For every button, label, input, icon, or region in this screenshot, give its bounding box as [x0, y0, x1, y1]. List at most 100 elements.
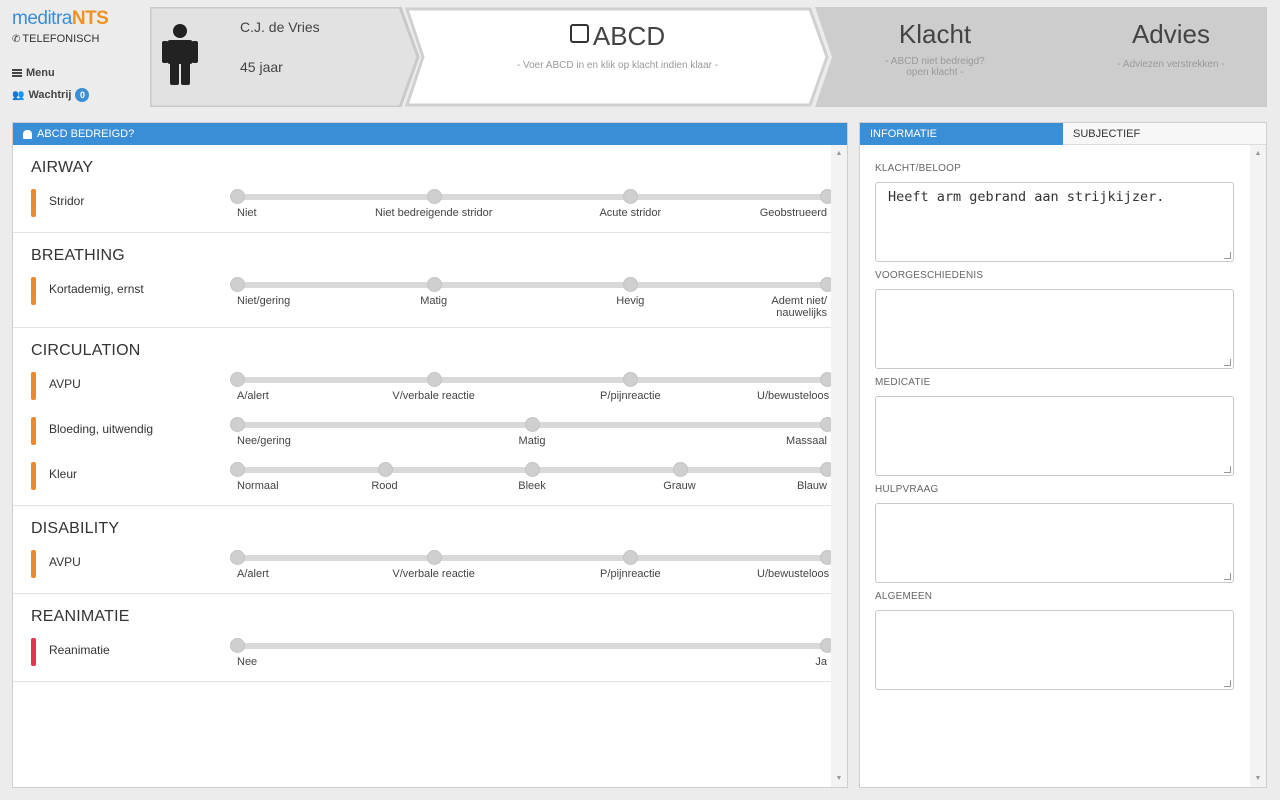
- slider-stop[interactable]: [230, 189, 245, 204]
- slider-stop[interactable]: [230, 462, 245, 477]
- slider-stop[interactable]: [426, 550, 442, 565]
- section-title: AIRWAY: [31, 159, 94, 176]
- slider-track[interactable]: [237, 555, 827, 561]
- phone-icon: ✆: [12, 34, 21, 45]
- severity-slider[interactable]: Nee Ja: [230, 638, 831, 668]
- menu-label: Menu: [26, 67, 55, 79]
- slider-stop[interactable]: [623, 277, 639, 292]
- severity-slider[interactable]: A/alert V/verbale reactie P/pijnreactie U/b…: [230, 550, 831, 580]
- step-patient: C.J. de Vries 45 jaar: [150, 7, 420, 107]
- right-scrollbar[interactable]: ▲ ▼: [1250, 145, 1266, 787]
- step-advies[interactable]: Advies - Adviezen verstrekken -: [1035, 7, 1267, 107]
- step-klacht-title: Klacht: [898, 19, 972, 49]
- field-textarea-hulpvraag[interactable]: [875, 503, 1234, 583]
- slider-row-bloeding-uitwendig: Bloeding, uitwendig Nee/gering Matig Massaa…: [31, 415, 831, 460]
- severity-slider[interactable]: A/alert V/verbale reactie P/pijnreactie U/b…: [230, 372, 831, 402]
- queue-button[interactable]: 👥 Wachtrij 0: [12, 88, 90, 102]
- field-textarea-voorgeschiedenis[interactable]: [875, 289, 1234, 369]
- scroll-up-icon[interactable]: ▲: [1250, 150, 1266, 157]
- scroll-down-icon[interactable]: ▼: [1250, 775, 1266, 782]
- slider-stop[interactable]: [820, 638, 831, 653]
- scroll-up-icon[interactable]: ▲: [831, 150, 847, 157]
- slider-tick-label: V/verbale reactie: [392, 568, 475, 580]
- slider-stop[interactable]: [820, 277, 831, 292]
- slider-stop[interactable]: [820, 189, 831, 204]
- severity-slider[interactable]: Nee/gering Matig Massaal: [230, 417, 831, 447]
- slider-stop[interactable]: [525, 462, 540, 477]
- slider-stop[interactable]: [426, 189, 442, 204]
- slider-stop[interactable]: [525, 417, 540, 432]
- slider-stop[interactable]: [230, 277, 245, 292]
- scroll-down-icon[interactable]: ▼: [831, 775, 847, 782]
- tab-subjectief[interactable]: SUBJECTIEF: [1063, 123, 1266, 145]
- step-abcd[interactable]: ABCD - Voer ABCD in en klik op klacht in…: [405, 7, 830, 107]
- severity-slider[interactable]: Normaal Rood Bleek Grauw Blauw: [230, 462, 831, 492]
- field-textarea-algemeen[interactable]: [875, 610, 1234, 690]
- slider-stop[interactable]: [230, 372, 245, 387]
- slider-tick-label: Nee/gering: [237, 435, 291, 447]
- slider-row-avpu: AVPU A/alert V/verbale reactie P/pijnreacti…: [31, 548, 831, 593]
- slider-stop[interactable]: [377, 462, 393, 477]
- slider-tick-label: V/verbale reactie: [392, 390, 475, 402]
- step-advies-title: Advies: [1131, 19, 1211, 49]
- severity-slider[interactable]: Niet Niet bedreigende stridor Acute strido…: [230, 189, 831, 219]
- slider-tick-label: A/alert: [237, 568, 269, 580]
- left-scrollbar[interactable]: ▲ ▼: [831, 145, 847, 787]
- slider-tick-label: Geobstrueerd: [759, 207, 827, 219]
- hamburger-icon: [12, 69, 22, 77]
- slider-stop[interactable]: [230, 417, 245, 432]
- menu-button[interactable]: Menu: [12, 67, 55, 79]
- slider-label: Kortademig, ernst: [49, 282, 144, 296]
- slider-track[interactable]: [237, 282, 827, 288]
- tab-informatie[interactable]: INFORMATIE: [860, 123, 1063, 145]
- slider-stop[interactable]: [623, 372, 639, 387]
- slider-row-kortademig-ernst: Kortademig, ernst Niet/gering Matig Hevig Ad…: [31, 275, 831, 327]
- field-label-hulpvraag: HULPVRAAG: [875, 484, 939, 495]
- slider-stop[interactable]: [672, 462, 688, 477]
- field-label-medicatie: MEDICATIE: [875, 377, 931, 388]
- slider-stop[interactable]: [820, 462, 831, 477]
- checkbox-icon: [569, 24, 589, 43]
- slider-stop[interactable]: [426, 372, 442, 387]
- section-title: DISABILITY: [31, 520, 120, 537]
- step-klacht-subtitle-2: open klacht -: [906, 67, 964, 78]
- slider-track[interactable]: [237, 643, 827, 649]
- severity-slider[interactable]: Niet/gering Matig Hevig Ademt niet/ nauweli…: [230, 277, 831, 319]
- abcd-panel: ABCD BEDREIGD? AIRWAY Stridor Niet Niet bed…: [12, 122, 848, 788]
- queue-count-badge: 0: [75, 88, 90, 102]
- slider-tick-label: P/pijnreactie: [600, 568, 661, 580]
- slider-track[interactable]: [237, 194, 827, 200]
- slider-label: Reanimatie: [49, 643, 110, 657]
- slider-tick-label: Normaal: [237, 480, 279, 492]
- slider-label: Kleur: [49, 467, 78, 481]
- field-textarea-medicatie[interactable]: [875, 396, 1234, 476]
- slider-stop[interactable]: [623, 550, 639, 565]
- severity-flag: [31, 277, 36, 305]
- queue-label: Wachtrij: [28, 89, 72, 101]
- slider-stop[interactable]: [623, 189, 639, 204]
- slider-label: Stridor: [49, 194, 85, 208]
- slider-stop[interactable]: [820, 550, 831, 565]
- step-klacht-subtitle-1: - ABCD niet bedreigd?: [885, 56, 985, 67]
- slider-tick-label: Rood: [371, 480, 398, 492]
- severity-flag: [31, 189, 36, 217]
- slider-stop[interactable]: [230, 550, 245, 565]
- info-form: KLACHT/BELOOP Heeft arm gebrand aan strij…: [875, 163, 1235, 698]
- slider-stop[interactable]: [820, 417, 831, 432]
- slider-stop[interactable]: [426, 277, 442, 292]
- bell-icon: [23, 129, 32, 139]
- slider-track[interactable]: [237, 377, 827, 383]
- channel-indicator: ✆ TELEFONISCH: [12, 33, 99, 45]
- slider-tick-label: Grauw: [663, 480, 696, 492]
- slider-tick-label: Massaal: [786, 435, 827, 447]
- step-klacht[interactable]: Klacht - ABCD niet bedreigd? open klacht…: [815, 7, 1055, 107]
- field-label-voorgeschiedenis: VOORGESCHIEDENIS: [875, 270, 984, 281]
- slider-tick-label: Blauw: [797, 480, 827, 492]
- slider-stop[interactable]: [230, 638, 245, 653]
- field-textarea-klacht-beloop[interactable]: Heeft arm gebrand aan strijkijzer.: [875, 182, 1234, 262]
- abcd-sections: AIRWAY Stridor Niet Niet bedreigende strido…: [13, 145, 831, 787]
- slider-stop[interactable]: [820, 372, 831, 387]
- step-abcd-subtitle: - Voer ABCD in en klik op klacht indien …: [516, 60, 719, 71]
- section-breathing: BREATHING Kortademig, ernst Niet/gering Mat…: [13, 233, 831, 328]
- section-title: REANIMATIE: [31, 608, 130, 625]
